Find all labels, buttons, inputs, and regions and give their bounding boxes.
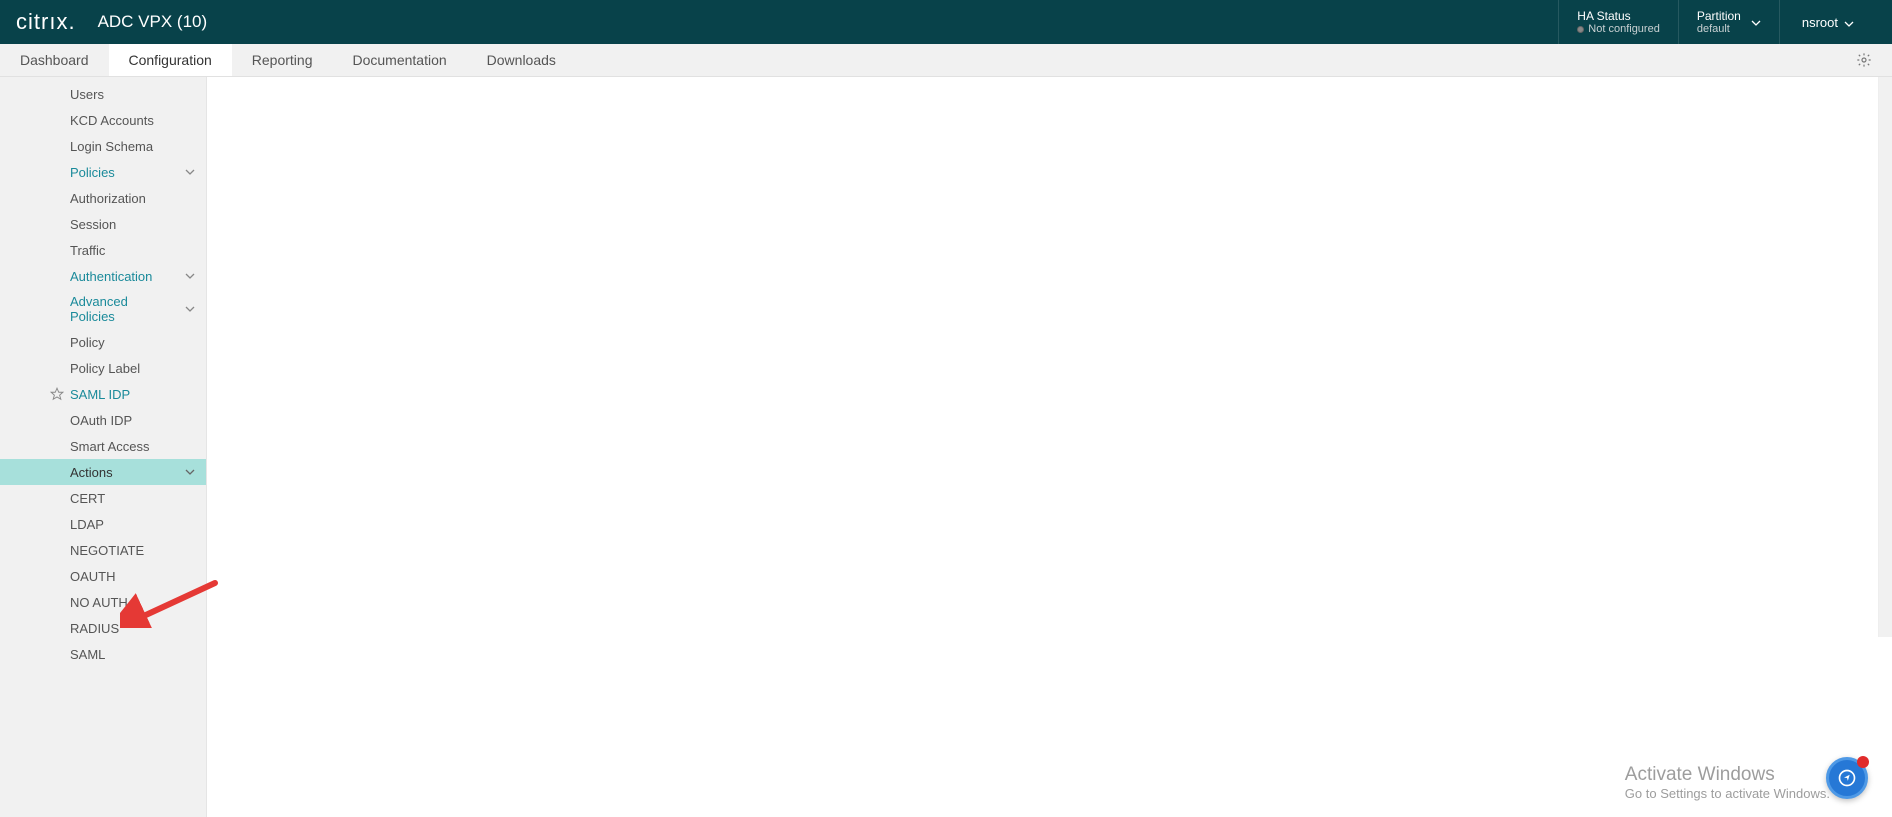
sidebar-item-label: KCD Accounts [70, 113, 154, 128]
content-wrap: Users KCD Accounts Login Schema Policies… [0, 77, 1892, 817]
chevron-down-icon [184, 270, 196, 282]
sidebar-item-radius[interactable]: RADIUS [0, 615, 206, 641]
sidebar-item-label: Advanced Policies [70, 294, 160, 324]
citrix-logo: citrıx. [16, 9, 76, 35]
sidebar-item-label: Traffic [70, 243, 105, 258]
sidebar-item-label: NO AUTH [70, 595, 128, 610]
chevron-down-icon [184, 166, 196, 178]
sidebar-item-label: Authentication [70, 269, 152, 284]
sidebar-item-policy-label[interactable]: Policy Label [0, 355, 206, 381]
sidebar-item-label: Policy [70, 335, 105, 350]
sidebar-item-authorization[interactable]: Authorization [0, 185, 206, 211]
sidebar-item-policy[interactable]: Policy [0, 329, 206, 355]
tab-dashboard[interactable]: Dashboard [0, 44, 109, 76]
ha-status-block[interactable]: HA Status Not configured [1558, 0, 1678, 44]
tab-documentation[interactable]: Documentation [332, 44, 466, 76]
sidebar[interactable]: Users KCD Accounts Login Schema Policies… [0, 77, 207, 817]
sidebar-item-label: Actions [70, 465, 113, 480]
sidebar-item-label: SAML IDP [70, 387, 130, 402]
sidebar-item-session[interactable]: Session [0, 211, 206, 237]
status-dot-icon [1577, 26, 1584, 33]
sidebar-item-smart-access[interactable]: Smart Access [0, 433, 206, 459]
sidebar-item-oauth-idp[interactable]: OAuth IDP [0, 407, 206, 433]
sidebar-item-label: Authorization [70, 191, 146, 206]
sidebar-item-policies[interactable]: Policies [0, 159, 206, 185]
sidebar-item-ldap[interactable]: LDAP [0, 511, 206, 537]
gear-icon[interactable] [1856, 52, 1872, 68]
chevron-down-icon [1751, 17, 1761, 27]
star-icon[interactable] [50, 387, 64, 401]
tab-configuration[interactable]: Configuration [109, 44, 232, 76]
user-name: nsroot [1802, 15, 1838, 30]
sidebar-item-no-auth[interactable]: NO AUTH [0, 589, 206, 615]
sidebar-item-label: Smart Access [70, 439, 149, 454]
help-fab-button[interactable] [1826, 757, 1868, 799]
sidebar-item-traffic[interactable]: Traffic [0, 237, 206, 263]
partition-label: Partition [1697, 9, 1741, 23]
partition-menu[interactable]: Partition default [1678, 0, 1779, 44]
sidebar-item-label: RADIUS [70, 621, 119, 636]
scrollbar[interactable] [1878, 77, 1892, 637]
chevron-down-icon [1844, 17, 1854, 27]
user-menu[interactable]: nsroot [1779, 0, 1876, 44]
sidebar-item-label: CERT [70, 491, 105, 506]
sidebar-item-cert[interactable]: CERT [0, 485, 206, 511]
sidebar-item-login-schema[interactable]: Login Schema [0, 133, 206, 159]
ha-status-title: HA Status [1577, 9, 1660, 23]
sidebar-item-actions[interactable]: Actions [0, 459, 206, 485]
partition-value: default [1697, 23, 1741, 35]
sidebar-item-saml-idp[interactable]: SAML IDP [0, 381, 206, 407]
sidebar-item-kcd-accounts[interactable]: KCD Accounts [0, 107, 206, 133]
sidebar-item-users[interactable]: Users [0, 81, 206, 107]
ha-status-value: Not configured [1577, 23, 1660, 35]
sidebar-item-label: OAUTH [70, 569, 116, 584]
sidebar-item-authentication[interactable]: Authentication [0, 263, 206, 289]
sidebar-item-label: SAML [70, 647, 105, 662]
notification-badge-icon [1857, 756, 1869, 768]
sidebar-item-oauth[interactable]: OAUTH [0, 563, 206, 589]
sidebar-item-advanced-policies[interactable]: Advanced Policies [0, 289, 206, 329]
chevron-down-icon [184, 303, 196, 315]
main-content [207, 77, 1892, 817]
sidebar-item-label: NEGOTIATE [70, 543, 144, 558]
sidebar-item-label: Login Schema [70, 139, 153, 154]
sidebar-item-saml[interactable]: SAML [0, 641, 206, 667]
sidebar-item-negotiate[interactable]: NEGOTIATE [0, 537, 206, 563]
tabs-right [1856, 44, 1892, 76]
product-name: ADC VPX (10) [98, 12, 208, 32]
tab-reporting[interactable]: Reporting [232, 44, 333, 76]
header-right: HA Status Not configured Partition defau… [1558, 0, 1876, 44]
main-tabs: Dashboard Configuration Reporting Docume… [0, 44, 1892, 77]
sidebar-item-label: Policy Label [70, 361, 140, 376]
tab-downloads[interactable]: Downloads [467, 44, 576, 76]
ha-status-text: Not configured [1588, 23, 1660, 35]
sidebar-item-label: Policies [70, 165, 115, 180]
sidebar-item-label: Users [70, 87, 104, 102]
chevron-down-icon [184, 466, 196, 478]
sidebar-item-label: LDAP [70, 517, 104, 532]
sidebar-item-label: Session [70, 217, 116, 232]
top-header: citrıx. ADC VPX (10) HA Status Not confi… [0, 0, 1892, 44]
sidebar-item-label: OAuth IDP [70, 413, 132, 428]
